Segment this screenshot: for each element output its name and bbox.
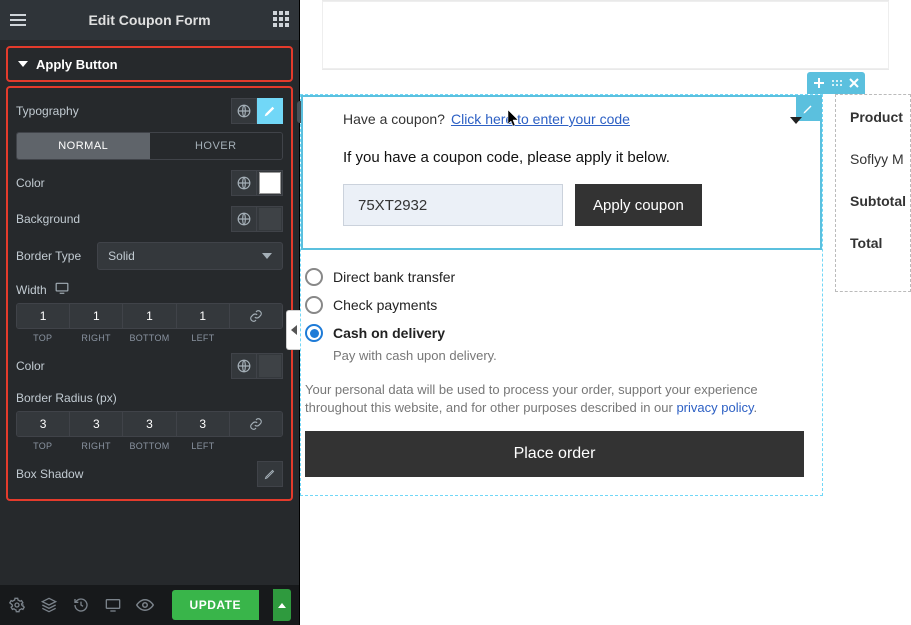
tab-hover[interactable]: HOVER xyxy=(150,133,283,159)
border-type-label: Border Type xyxy=(16,249,81,263)
add-icon[interactable] xyxy=(813,77,825,89)
close-icon[interactable] xyxy=(849,78,859,88)
radius-top[interactable] xyxy=(17,412,69,436)
state-tabs: NORMAL HOVER xyxy=(16,132,283,160)
radius-label: Border Radius (px) xyxy=(16,391,117,405)
settings-icon[interactable] xyxy=(8,596,26,614)
typography-row: Typography xyxy=(16,98,283,124)
apply-coupon-button[interactable]: Apply coupon xyxy=(575,184,702,226)
link-icon[interactable] xyxy=(230,304,282,328)
coupon-question: Have a coupon? xyxy=(343,111,445,127)
editor-canvas: Have a coupon? Click here to enter your … xyxy=(300,0,911,625)
style-panel: Edit Coupon Form Apply Button Typography xyxy=(0,0,300,625)
tab-normal[interactable]: NORMAL xyxy=(17,133,150,159)
panel-title: Edit Coupon Form xyxy=(26,12,273,28)
radius-spinners xyxy=(16,411,283,437)
background-swatch[interactable] xyxy=(257,206,283,232)
border-type-select[interactable]: Solid xyxy=(97,242,283,270)
link-icon[interactable] xyxy=(230,412,282,436)
radio-icon xyxy=(305,268,323,286)
summary-subtotal: Subtotal xyxy=(850,193,910,209)
color-row: Color xyxy=(16,170,283,196)
summary-item: Soflyy M xyxy=(850,151,910,167)
drag-icon[interactable] xyxy=(831,79,843,87)
navigator-icon[interactable] xyxy=(40,596,58,614)
privacy-link[interactable]: privacy policy xyxy=(676,400,753,415)
width-spinners xyxy=(16,303,283,329)
typography-label: Typography xyxy=(16,104,79,118)
summary-total: Total xyxy=(850,235,910,251)
payment-check-label: Check payments xyxy=(333,297,437,313)
chevron-down-icon xyxy=(262,253,272,259)
coupon-link[interactable]: Click here to enter your code xyxy=(451,111,630,127)
empty-section[interactable] xyxy=(322,0,889,70)
border-color-row: Color xyxy=(16,353,283,379)
radio-checked-icon xyxy=(305,324,323,342)
history-icon[interactable] xyxy=(72,596,90,614)
section-controls xyxy=(807,72,865,94)
globe-icon[interactable] xyxy=(231,206,257,232)
background-row: Background xyxy=(16,206,283,232)
background-label: Background xyxy=(16,212,80,226)
width-label-row: Width xyxy=(16,282,283,297)
preview-icon[interactable] xyxy=(136,596,154,614)
radius-right[interactable] xyxy=(70,412,122,436)
update-menu-button[interactable] xyxy=(273,589,291,621)
radius-left[interactable] xyxy=(177,412,229,436)
caret-down-icon xyxy=(18,61,28,67)
payment-bank[interactable]: Direct bank transfer xyxy=(305,268,804,286)
place-order-button[interactable]: Place order xyxy=(305,431,804,477)
menu-icon[interactable] xyxy=(10,13,26,27)
radius-bottom[interactable] xyxy=(123,412,175,436)
order-summary: Product Soflyy M Subtotal Total xyxy=(835,94,911,625)
globe-icon[interactable] xyxy=(231,98,257,124)
width-dim-labels: TOPRIGHTBOTTOMLEFT xyxy=(16,333,283,343)
border-color-label: Color xyxy=(16,359,45,373)
payment-cod-desc: Pay with cash upon delivery. xyxy=(333,348,804,363)
panel-header: Edit Coupon Form xyxy=(0,0,299,40)
globe-icon[interactable] xyxy=(231,170,257,196)
globe-icon[interactable] xyxy=(231,353,257,379)
radius-dim-labels: TOPRIGHTBOTTOMLEFT xyxy=(16,441,283,451)
width-left[interactable] xyxy=(177,304,229,328)
width-top[interactable] xyxy=(17,304,69,328)
controls-highlight: Typography NORMAL HOVER Color xyxy=(6,86,293,501)
caret-down-icon[interactable] xyxy=(790,111,802,127)
cursor-icon xyxy=(507,109,521,130)
payment-bank-label: Direct bank transfer xyxy=(333,269,455,285)
border-type-value: Solid xyxy=(108,249,135,263)
width-bottom[interactable] xyxy=(123,304,175,328)
pencil-icon[interactable] xyxy=(257,461,283,487)
collapse-panel-button[interactable] xyxy=(286,310,300,350)
panel-footer: UPDATE xyxy=(0,585,299,625)
pencil-icon[interactable] xyxy=(257,98,283,124)
desktop-icon[interactable] xyxy=(55,282,69,297)
payment-check[interactable]: Check payments xyxy=(305,296,804,314)
color-swatch[interactable] xyxy=(257,170,283,196)
box-shadow-row: Box Shadow xyxy=(16,461,283,487)
width-label: Width xyxy=(16,283,47,297)
privacy-text: Your personal data will be used to proce… xyxy=(305,381,804,417)
update-button[interactable]: UPDATE xyxy=(172,590,259,620)
apply-hint: If you have a coupon code, please apply … xyxy=(343,149,802,166)
summary-product-header: Product xyxy=(850,109,910,125)
payment-cod-label: Cash on delivery xyxy=(333,325,445,341)
coupon-code-input[interactable] xyxy=(343,184,563,226)
width-right[interactable] xyxy=(70,304,122,328)
section-toggle[interactable]: Apply Button xyxy=(8,48,291,80)
border-type-row: Border Type Solid xyxy=(16,242,283,270)
section-header-highlight: Apply Button xyxy=(6,46,293,82)
payment-cod[interactable]: Cash on delivery xyxy=(305,324,804,342)
box-shadow-label: Box Shadow xyxy=(16,467,83,481)
border-color-swatch[interactable] xyxy=(257,353,283,379)
responsive-icon[interactable] xyxy=(104,596,122,614)
widgets-grid-icon[interactable] xyxy=(273,11,289,30)
coupon-widget: Have a coupon? Click here to enter your … xyxy=(301,95,822,250)
coupon-toggle-row: Have a coupon? Click here to enter your … xyxy=(343,111,802,127)
radio-icon xyxy=(305,296,323,314)
section-title: Apply Button xyxy=(36,57,118,72)
color-label: Color xyxy=(16,176,45,190)
radius-label-row: Border Radius (px) xyxy=(16,391,283,405)
payment-methods: Direct bank transfer Check payments Cash… xyxy=(301,250,822,495)
